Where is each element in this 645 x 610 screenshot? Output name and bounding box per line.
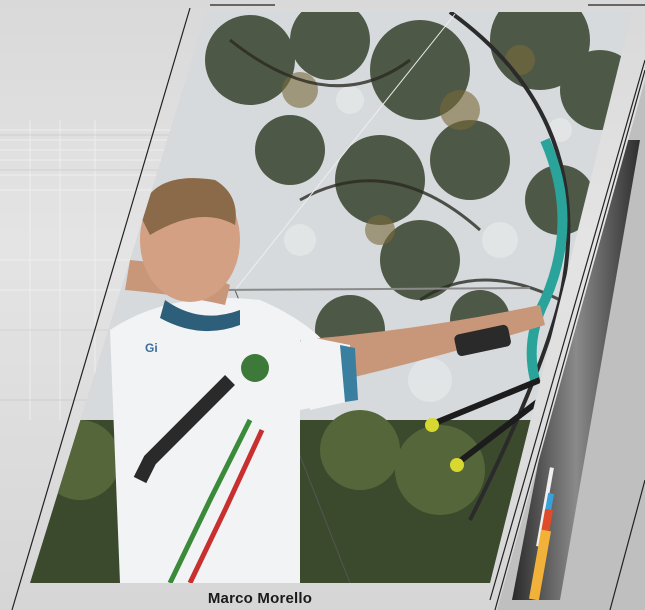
photo-collage: Gi: [11, 4, 645, 610]
svg-text:Gi: Gi: [145, 341, 158, 355]
athlete-name-caption: Marco Morello: [207, 590, 313, 607]
